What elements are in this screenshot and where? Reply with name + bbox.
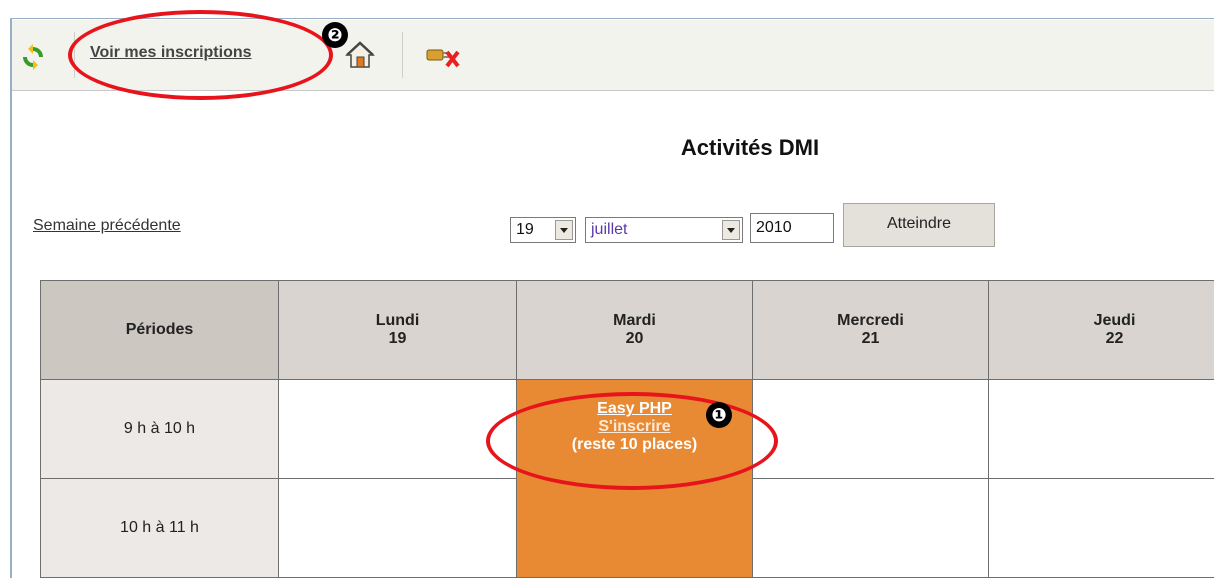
home-icon[interactable] [345,40,375,70]
periods-header: Périodes [41,281,279,380]
toolbar-separator [74,32,75,78]
month-select-value: juillet [591,221,627,239]
day-name: Jeudi [1094,312,1136,329]
day-header: Mardi 20 [517,281,753,380]
day-date: 19 [389,330,407,347]
day-header: Mercredi 21 [753,281,989,380]
chevron-down-icon [555,220,573,240]
day-date: 21 [862,330,880,347]
calendar-row: 9 h à 10 h Easy PHP S'inscrire (reste 10… [41,380,1214,479]
day-select-value: 19 [516,221,534,239]
chevron-down-icon [722,220,740,240]
logout-icon[interactable] [425,40,461,70]
calendar-table: Périodes Lundi 19 Mardi 20 Mercredi 21 J… [40,280,1214,578]
calendar-cell [753,479,989,578]
calendar-cell [279,380,517,479]
day-date: 20 [626,330,644,347]
previous-week-link[interactable]: Semaine précédente [33,217,181,235]
marker-one-icon: ❶ [706,402,732,428]
day-name: Lundi [376,312,420,329]
refresh-icon[interactable] [20,44,46,70]
day-date: 22 [1106,330,1124,347]
voir-mes-inscriptions-link[interactable]: Voir mes inscriptions [90,44,252,62]
remaining-places: (reste 10 places) [518,436,751,454]
calendar-cell [989,380,1214,479]
month-select[interactable]: juillet [585,217,743,243]
calendar-header-row: Périodes Lundi 19 Mardi 20 Mercredi 21 J… [41,281,1214,380]
page-title: Activités DMI [0,135,1214,161]
calendar-cell [279,479,517,578]
toolbar-separator [402,32,403,78]
day-select[interactable]: 19 [510,217,576,243]
day-name: Mardi [613,312,656,329]
period-label: 9 h à 10 h [41,380,279,479]
atteindre-button[interactable]: Atteindre [843,203,995,247]
year-input[interactable] [750,213,834,243]
period-label: 10 h à 11 h [41,479,279,578]
marker-two-icon: ❷ [322,22,348,48]
calendar-cell [989,479,1214,578]
day-header: Lundi 19 [279,281,517,380]
day-header: Jeudi 22 [989,281,1214,380]
day-name: Mercredi [837,312,904,329]
calendar-cell [753,380,989,479]
